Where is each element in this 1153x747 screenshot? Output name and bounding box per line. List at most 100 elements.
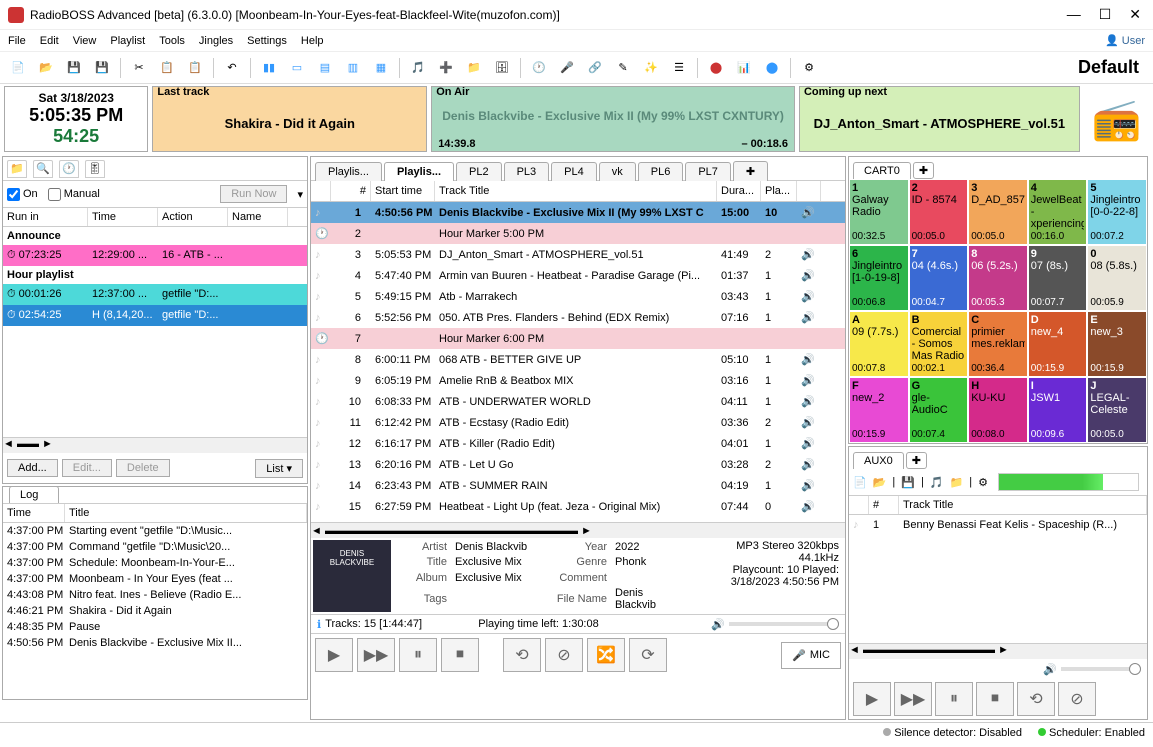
layout1-icon[interactable]: ▮▮ <box>259 58 279 78</box>
sched-delete-button[interactable]: Delete <box>116 459 170 477</box>
repeat-button[interactable]: ⟳ <box>629 638 667 672</box>
log-row[interactable]: 4:37:00 PMStarting event "getfile "D:\Mu… <box>3 523 307 539</box>
maximize-button[interactable]: ☐ <box>1099 6 1112 23</box>
close-button[interactable]: ✕ <box>1129 6 1141 23</box>
log-row[interactable]: 4:37:00 PMSchedule: Moonbeam-In-Your-E..… <box>3 555 307 571</box>
log-tab[interactable]: Log <box>9 486 59 503</box>
pl-col-dur[interactable]: Dura... <box>717 181 761 201</box>
aux-new-icon[interactable]: 📄 <box>853 476 867 489</box>
col-time[interactable]: Time <box>88 208 158 226</box>
stop-button[interactable]: ⏹ <box>441 638 479 672</box>
undo-icon[interactable]: ↶ <box>222 58 242 78</box>
prev-button[interactable]: ⟲ <box>503 638 541 672</box>
aux-next-button[interactable]: ▶▶ <box>894 682 932 716</box>
cart-cell[interactable]: 1Galway Radio00:32.5 <box>849 179 909 245</box>
sched-add-button[interactable]: Add... <box>7 459 58 477</box>
pl-col-title[interactable]: Track Title <box>435 181 717 201</box>
playlist-tab[interactable]: Playlis... <box>384 162 454 181</box>
skip-button[interactable]: ⊘ <box>545 638 583 672</box>
edit-icon[interactable]: ✎ <box>613 58 633 78</box>
mic-button[interactable]: 🎤 MIC <box>781 642 841 669</box>
col-runin[interactable]: Run in <box>3 208 88 226</box>
pause-button[interactable]: ⏸ <box>399 638 437 672</box>
sched-tab-eq-icon[interactable]: 🎚 <box>85 160 105 178</box>
shuffle-button[interactable]: 🔀 <box>587 638 625 672</box>
menu-tools[interactable]: Tools <box>159 35 185 47</box>
play-button[interactable]: ▶ <box>315 638 353 672</box>
layout3-icon[interactable]: ▤ <box>315 58 335 78</box>
cart-add-tab[interactable]: ✚ <box>913 162 934 179</box>
aux-stop-button[interactable]: ⏹ <box>976 682 1014 716</box>
next-box[interactable]: Coming up next DJ_Anton_Smart - ATMOSPHE… <box>799 86 1080 152</box>
sched-row[interactable]: ⏱ 00:01:2612:37:00 ...getfile "D:... <box>3 284 307 305</box>
time-icon[interactable]: 🕐 <box>529 58 549 78</box>
pl-col-num[interactable]: # <box>331 181 371 201</box>
cart-cell[interactable]: 6Jingleintro [1-0-19-8]00:06.8 <box>849 245 909 311</box>
record-icon[interactable]: ⬤ <box>706 58 726 78</box>
cart-cell[interactable]: JLEGAL-Celeste00:05.0 <box>1087 377 1147 443</box>
layout5-icon[interactable]: ▦ <box>371 58 391 78</box>
layout4-icon[interactable]: ▥ <box>343 58 363 78</box>
playlist-row[interactable]: ♪65:52:56 PM050. ATB Pres. Flanders - Be… <box>311 307 845 328</box>
menu-edit[interactable]: Edit <box>40 35 59 47</box>
log-col-time[interactable]: Time <box>3 504 65 522</box>
sched-dropdown-icon[interactable]: ▾ <box>297 188 303 201</box>
aux-add-tab[interactable]: ✚ <box>906 452 927 469</box>
aux-row[interactable]: ♪ 1 Benny Benassi Feat Kelis - Spaceship… <box>849 515 1147 535</box>
col-action[interactable]: Action <box>158 208 228 226</box>
saveall-icon[interactable]: 💾 <box>92 58 112 78</box>
pl-col-start[interactable]: Start time <box>371 181 435 201</box>
pl-hscroll[interactable]: ◄ ▬▬▬▬▬▬▬▬▬▬▬▬▬▬▬▬▬▬▬▬▬▬▬ ► <box>311 522 845 538</box>
new-icon[interactable]: 📄 <box>8 58 28 78</box>
log-row[interactable]: 4:37:00 PMCommand "getfile "D:\Music\20.… <box>3 539 307 555</box>
aux-add-music-icon[interactable]: 🎵 <box>930 476 944 489</box>
aux-skip-button[interactable]: ⊘ <box>1058 682 1096 716</box>
playlist-row[interactable]: ♪136:20:16 PMATB - Let U Go03:282🔊 <box>311 454 845 475</box>
log-row[interactable]: 4:48:35 PMPause <box>3 619 307 635</box>
playlist-tab[interactable]: vk <box>599 162 636 181</box>
log-col-title[interactable]: Title <box>65 504 307 522</box>
add-icon[interactable]: ➕ <box>436 58 456 78</box>
playlist-row[interactable]: ♪156:27:59 PMHeatbeat - Light Up (feat. … <box>311 496 845 517</box>
last-track-box[interactable]: Last track Shakira - Did it Again <box>152 86 427 152</box>
aux-col-num[interactable]: # <box>869 496 899 514</box>
next-button[interactable]: ▶▶ <box>357 638 395 672</box>
cart-cell[interactable]: 2ID - 857400:05.0 <box>909 179 969 245</box>
sched-tab-clock-icon[interactable]: 🕐 <box>59 160 79 178</box>
playlist-tab[interactable]: PL6 <box>638 162 684 181</box>
folder-add-icon[interactable]: 📁 <box>464 58 484 78</box>
cart-cell[interactable]: HKU-KU00:08.0 <box>968 377 1028 443</box>
playlist-tab[interactable]: Playlis... <box>315 162 382 181</box>
cart-cell[interactable]: IJSW100:09.6 <box>1028 377 1088 443</box>
sched-list-button[interactable]: List ▾ <box>255 459 303 478</box>
aux-prev-button[interactable]: ⟲ <box>1017 682 1055 716</box>
menu-file[interactable]: File <box>8 35 26 47</box>
onair-box[interactable]: On Air Denis Blackvibe - Exclusive Mix I… <box>431 86 795 152</box>
cart-cell[interactable]: BComercial - Somos Mas Radio00:02.1 <box>909 311 969 377</box>
volume-slider[interactable] <box>729 622 839 626</box>
cart-tab[interactable]: CART0 <box>853 162 911 179</box>
menu-view[interactable]: View <box>73 35 97 47</box>
playlist-row[interactable]: ♪14:50:56 PMDenis Blackvibe - Exclusive … <box>311 202 845 223</box>
aux-volume-slider[interactable] <box>1061 667 1141 671</box>
aux-pause-button[interactable]: ⏸ <box>935 682 973 716</box>
playlist-row[interactable]: ♪45:47:40 PMArmin van Buuren - Heatbeat … <box>311 265 845 286</box>
playlist-row[interactable]: ♪146:23:43 PMATB - SUMMER RAIN04:191🔊 <box>311 475 845 496</box>
playlist-tab[interactable]: PL4 <box>551 162 597 181</box>
playlist-row[interactable]: ♪35:05:53 PMDJ_Anton_Smart - ATMOSPHERE_… <box>311 244 845 265</box>
pl-col-play[interactable]: Pla... <box>761 181 797 201</box>
menu-settings[interactable]: Settings <box>247 35 287 47</box>
playlist-row[interactable]: ♪86:00:11 PM068 ATB - BETTER GIVE UP05:1… <box>311 349 845 370</box>
aux-settings-icon[interactable]: ⚙ <box>978 476 988 489</box>
cart-cell[interactable]: Ggle-AudioC00:07.4 <box>909 377 969 443</box>
sched-hscroll[interactable]: ◄ ▬▬ ► <box>3 437 307 453</box>
aux-col-title[interactable]: Track Title <box>899 496 1147 514</box>
cart-cell[interactable]: Fnew_200:15.9 <box>849 377 909 443</box>
log-row[interactable]: 4:50:56 PMDenis Blackvibe - Exclusive Mi… <box>3 635 307 651</box>
aux-open-icon[interactable]: 📂 <box>873 476 887 489</box>
log-row[interactable]: 4:46:21 PMShakira - Did it Again <box>3 603 307 619</box>
cart-cell[interactable]: 5Jingleintro [0-0-22-8]00:07.2 <box>1087 179 1147 245</box>
cart-cell[interactable]: Enew_300:15.9 <box>1087 311 1147 377</box>
minimize-button[interactable]: — <box>1067 6 1081 23</box>
playlist-row[interactable]: 🕐2Hour Marker 5:00 PM <box>311 223 845 244</box>
